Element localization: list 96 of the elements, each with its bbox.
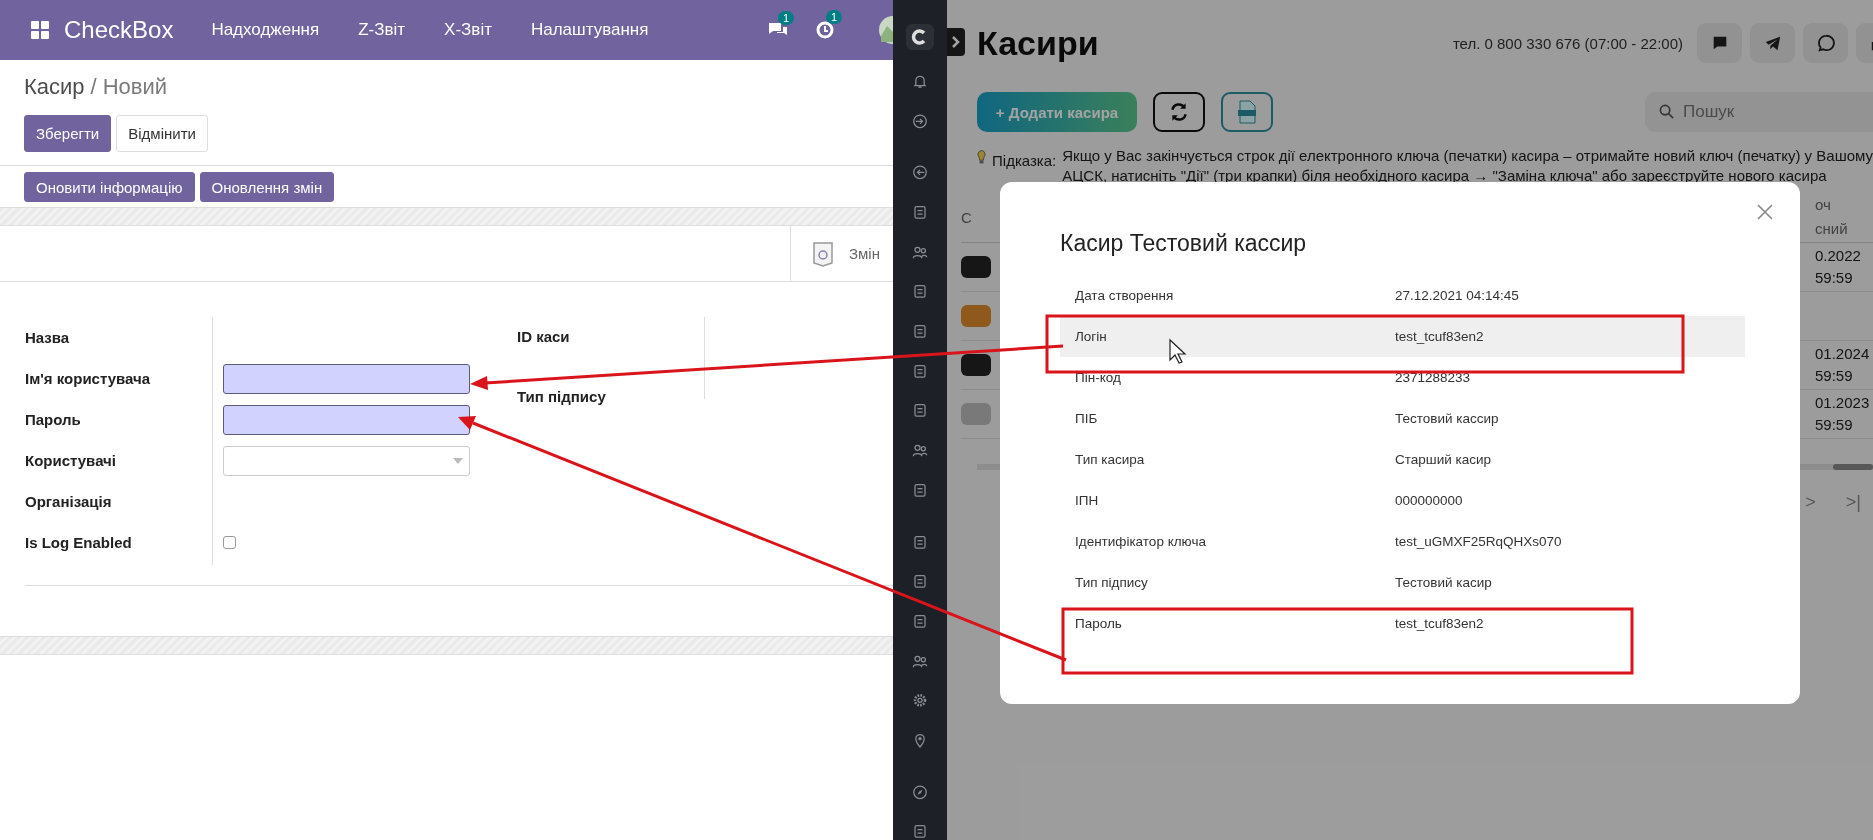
nav-icon[interactable] bbox=[911, 783, 929, 801]
brand-name[interactable]: CheckBox bbox=[64, 16, 174, 44]
column-header: оч bbox=[1815, 195, 1832, 215]
phone-bubble-icon bbox=[1816, 34, 1835, 52]
nav-icon[interactable] bbox=[911, 112, 929, 130]
detail-value: 27.12.2021 04:14:45 bbox=[1395, 288, 1519, 303]
field-label: ID каси bbox=[517, 328, 571, 346]
breadcrumb-separator: / bbox=[90, 74, 97, 100]
detail-value: Тестовий касир bbox=[1395, 575, 1492, 590]
nav-icon[interactable] bbox=[911, 362, 929, 380]
settings-icon[interactable] bbox=[911, 692, 929, 709]
field-label: Пароль bbox=[25, 410, 82, 430]
nav-icon[interactable] bbox=[911, 323, 929, 340]
pagination-button[interactable]: > bbox=[1805, 492, 1816, 513]
detail-value: 2371288233 bbox=[1395, 370, 1471, 385]
table-cell-text: 59:59 bbox=[1815, 415, 1854, 435]
phone-number: тел. 0 800 330 676 (07:00 - 22:00) bbox=[1452, 34, 1683, 52]
document-icon bbox=[811, 240, 835, 267]
nav-icon[interactable] bbox=[911, 164, 929, 181]
text-field[interactable] bbox=[223, 363, 470, 394]
refresh-button[interactable] bbox=[1153, 92, 1205, 132]
nav-icon[interactable] bbox=[911, 533, 929, 551]
menu-item[interactable]: Налаштування bbox=[530, 20, 649, 40]
detail-label: Логін bbox=[1075, 329, 1108, 344]
chevron-icon bbox=[951, 35, 961, 49]
table-cell-text: 01.2023 bbox=[1815, 393, 1871, 413]
notification-badge: 1 bbox=[778, 11, 795, 25]
field-label: Організація bbox=[25, 492, 113, 512]
detail-value: test_tcuf83en2 bbox=[1395, 329, 1484, 344]
nav-icon[interactable] bbox=[911, 442, 929, 459]
expand-button[interactable] bbox=[947, 28, 965, 56]
detail-value: Тестовий кассир bbox=[1395, 411, 1499, 426]
nav-icon[interactable] bbox=[911, 204, 929, 221]
scrollbar-thumb[interactable] bbox=[1833, 464, 1873, 470]
menu-item[interactable]: X-Звіт bbox=[444, 20, 492, 40]
detail-value: Старший касир bbox=[1395, 452, 1491, 467]
detail-value: test_uGMXF25RqQHXs070 bbox=[1395, 534, 1562, 549]
telegram-button[interactable] bbox=[1750, 23, 1795, 63]
dialog-title: Касир Тестовий кассир bbox=[1060, 230, 1308, 257]
spreadsheet-file-icon bbox=[1237, 100, 1257, 124]
breadcrumb-current: Новий bbox=[102, 74, 168, 100]
select-field[interactable] bbox=[223, 445, 470, 476]
refresh-icon bbox=[1168, 101, 1190, 123]
viber-button[interactable] bbox=[1803, 23, 1848, 63]
nav-icon[interactable] bbox=[911, 402, 929, 420]
table-cell-text: 59:59 bbox=[1815, 366, 1854, 386]
paper-plane-icon bbox=[1763, 34, 1782, 52]
column-header: С bbox=[961, 208, 972, 226]
field-label: Тип підпису bbox=[517, 388, 607, 406]
text-field[interactable] bbox=[223, 404, 470, 435]
apps-menu-icon[interactable] bbox=[30, 20, 50, 40]
nav-icon[interactable] bbox=[911, 612, 929, 630]
field-label: Is Log Enabled bbox=[25, 533, 133, 553]
menu-item[interactable]: Z-Звіт bbox=[358, 20, 406, 40]
breadcrumb-link[interactable]: Касир bbox=[24, 74, 85, 100]
page-title: Касири bbox=[977, 23, 1099, 63]
nav-icon[interactable] bbox=[911, 823, 929, 840]
action-button[interactable]: Оновити інформацію bbox=[24, 172, 195, 202]
table-cell-text: 0.2022 bbox=[1815, 246, 1862, 266]
save-button[interactable]: Зберегти bbox=[24, 115, 112, 152]
detail-label: ПІБ bbox=[1075, 411, 1099, 426]
discard-button[interactable]: Відмінити bbox=[116, 115, 208, 152]
search-icon bbox=[1659, 104, 1674, 119]
detail-label: Ідентифікатор ключа bbox=[1075, 534, 1207, 549]
checkbox[interactable] bbox=[223, 536, 236, 549]
caret-icon bbox=[453, 457, 463, 464]
detail-label: ІПН bbox=[1075, 493, 1100, 508]
table-cell-text: 59:59 bbox=[1815, 268, 1854, 288]
nav-icon[interactable] bbox=[911, 481, 929, 499]
detail-label: Дата створення bbox=[1075, 288, 1175, 303]
table-cell-text: 01.2024 bbox=[1815, 344, 1871, 364]
hint-label: Підказка: bbox=[992, 152, 1057, 169]
cursor-icon bbox=[1169, 338, 1187, 364]
menu-item[interactable]: Надходження bbox=[211, 20, 320, 40]
field-label: Ім'я користувача bbox=[25, 369, 152, 389]
field-label: Користувачі bbox=[25, 451, 117, 471]
chat-button[interactable] bbox=[1697, 23, 1742, 63]
detail-label: Тип касира bbox=[1075, 452, 1146, 467]
clock-icon[interactable] bbox=[815, 20, 835, 40]
field-label: Назва bbox=[25, 328, 71, 348]
action-button[interactable]: Оновлення змін bbox=[199, 172, 335, 202]
detail-label: Пароль bbox=[1075, 616, 1123, 631]
nav-icon[interactable] bbox=[911, 283, 929, 301]
detail-value: test_tcuf83en2 bbox=[1395, 616, 1484, 631]
notification-badge: 1 bbox=[826, 10, 843, 24]
export-button[interactable] bbox=[1221, 92, 1273, 132]
stat-button[interactable]: Змін bbox=[790, 226, 893, 281]
search-field[interactable]: Пошук bbox=[1645, 92, 1873, 132]
detail-value: 000000000 bbox=[1395, 493, 1463, 508]
column-header: сний bbox=[1815, 219, 1849, 239]
hint-text: Якщо у Вас закінчується строк дії електронного ключа (печатки) касира – отримайте новий ключ (печатку) у Вашому bbox=[1062, 146, 1873, 166]
detail-label: Тип підпису bbox=[1075, 575, 1149, 590]
close-icon[interactable] bbox=[1757, 204, 1773, 220]
logo-icon[interactable] bbox=[906, 24, 934, 50]
detail-label: Пін-код bbox=[1075, 370, 1122, 385]
nav-icon[interactable] bbox=[911, 573, 929, 590]
